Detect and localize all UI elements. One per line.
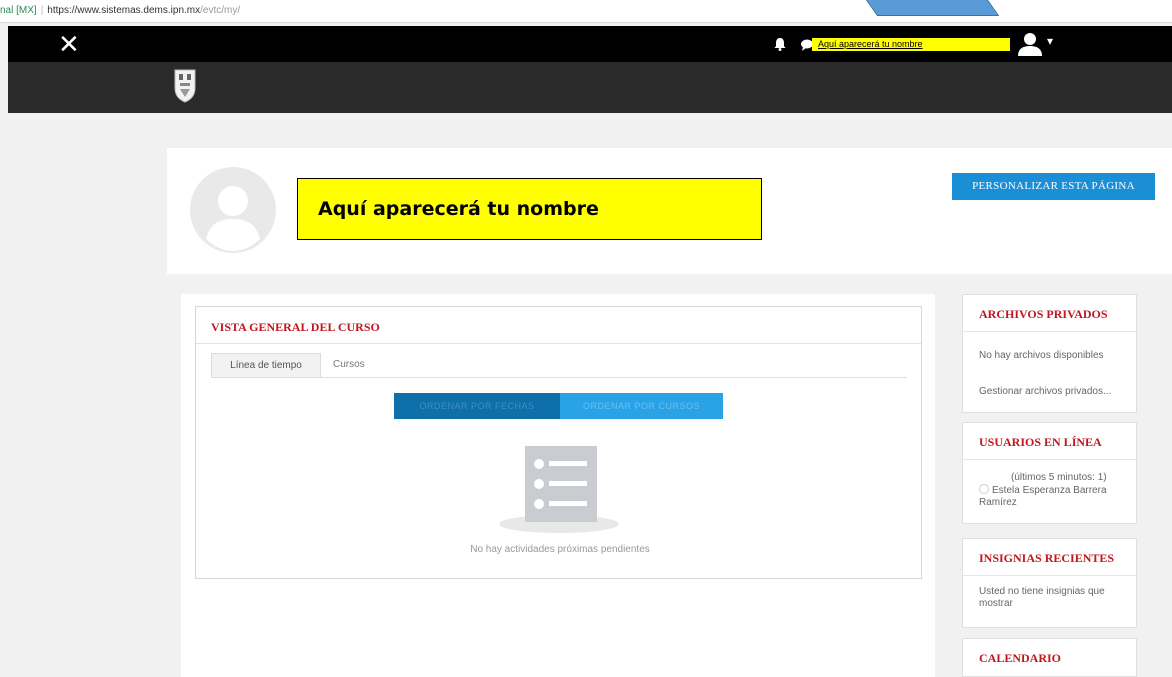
navbar-user-name[interactable]: Aquí aparecerá tu nombre (812, 38, 1010, 51)
block-divider (963, 575, 1136, 576)
course-overview-card (195, 306, 922, 579)
no-files-text: No hay archivos disponibles (979, 350, 1104, 361)
sort-by-courses-button[interactable]: ORDENAR POR CURSOS (560, 393, 723, 419)
online-users-title: USUARIOS EN LÍNEA (979, 435, 1102, 449)
block-divider (963, 331, 1136, 332)
recent-badges-title: INSIGNIAS RECIENTES (979, 551, 1115, 565)
online-users-summary: (últimos 5 minutos: 1) (1011, 472, 1107, 483)
close-drawer-icon[interactable]: ✕ (58, 29, 80, 59)
tab-courses[interactable]: Cursos (333, 353, 365, 378)
url-host: https://www.sistemas.dems.ipn.mx (47, 5, 201, 16)
calendar-block: CALENDARIO (962, 638, 1137, 677)
sort-by-dates-button[interactable]: ORDENAR POR FECHAS (394, 393, 560, 419)
user-status-icon (979, 484, 989, 494)
address-separator: | (40, 5, 44, 16)
institution-logo-icon[interactable] (172, 66, 198, 104)
online-user-name[interactable]: Estela Esperanza Barrera Ramírez (979, 485, 1107, 508)
user-name-annotation: Aquí aparecerá tu nombre (297, 178, 762, 240)
user-avatar-icon[interactable] (1016, 30, 1044, 58)
recent-badges-block: INSIGNIAS RECIENTES Usted no tiene insig… (962, 538, 1137, 628)
security-label: nal [MX] (0, 5, 37, 16)
user-menu-caret-icon[interactable]: ▾ (1047, 34, 1053, 48)
card-header-divider (196, 343, 921, 344)
customize-page-button[interactable]: PERSONALIZAR ESTA PÁGINA (952, 173, 1155, 200)
no-badges-text: Usted no tiene insignias que mostrar (979, 586, 1105, 609)
notifications-bell-icon[interactable] (772, 36, 788, 52)
block-divider (963, 459, 1136, 460)
online-users-block: USUARIOS EN LÍNEA (últimos 5 minutos: 1)… (962, 422, 1137, 524)
tab-timeline[interactable]: Línea de tiempo (211, 353, 321, 378)
private-files-title: ARCHIVOS PRIVADOS (979, 307, 1108, 321)
empty-activities-list-icon (499, 446, 619, 533)
private-files-block: ARCHIVOS PRIVADOS No hay archivos dispon… (962, 294, 1137, 413)
course-overview-title: VISTA GENERAL DEL CURSO (211, 320, 380, 334)
calendar-title: CALENDARIO (979, 651, 1062, 665)
tabs-underline (211, 377, 907, 378)
no-pending-activities-text: No hay actividades próximas pendientes (470, 544, 650, 555)
url-path: /evtc/my/ (200, 5, 241, 16)
profile-avatar-icon (190, 167, 276, 253)
online-user-entry[interactable]: Estela Esperanza Barrera Ramírez (979, 484, 1129, 509)
manage-private-files-link[interactable]: Gestionar archivos privados... (979, 386, 1111, 398)
